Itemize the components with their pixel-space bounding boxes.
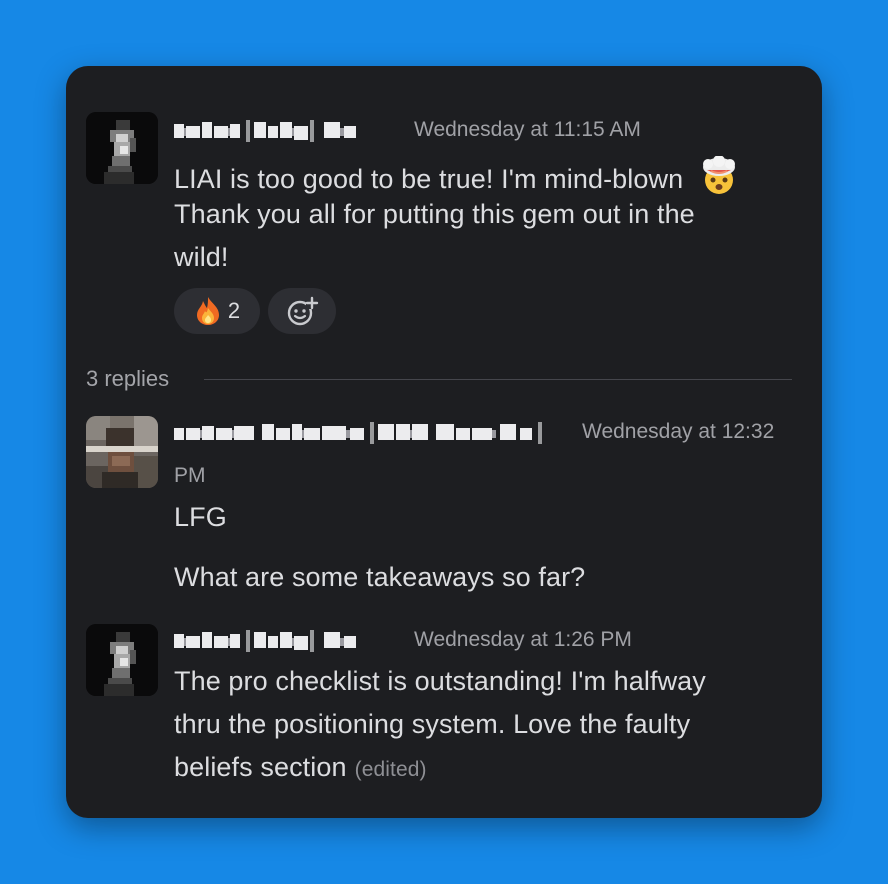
add-reaction-icon — [285, 294, 319, 328]
author-name-pixelated[interactable] — [174, 118, 400, 144]
reaction-count: 2 — [227, 298, 241, 323]
message-timestamp[interactable]: Wednesday at 11:15 AM — [414, 118, 641, 142]
edited-label: (edited) — [354, 758, 427, 781]
reaction-fire-button[interactable]: 2 — [174, 288, 260, 334]
message-text: beliefs section — [174, 752, 347, 782]
message-timestamp[interactable]: Wednesday at 12:32 — [582, 420, 774, 444]
message-text: LFG — [174, 502, 227, 532]
add-reaction-button[interactable] — [268, 288, 336, 334]
message-timestamp-continued[interactable]: PM — [174, 464, 206, 488]
replies-count-link[interactable]: 3 replies — [86, 366, 169, 392]
fire-icon — [194, 296, 222, 326]
message-text: LIAI is too good to be true! I'm mind-bl… — [174, 164, 684, 194]
author-name-pixelated[interactable] — [174, 420, 568, 446]
avatar-parent-author[interactable] — [86, 112, 158, 184]
message-text-line: LIAI is too good to be true! I'm mind-bl… — [174, 155, 741, 203]
replies-divider — [204, 379, 792, 380]
author-name-pixelated[interactable] — [174, 628, 400, 654]
exploding-head-icon — [697, 155, 741, 203]
message-text: wild! — [174, 242, 229, 272]
message-text: The pro checklist is outstanding! I'm ha… — [174, 666, 706, 696]
message-text: Thank you all for putting this gem out i… — [174, 199, 695, 229]
message-text: What are some takeaways so far? — [174, 562, 586, 592]
message-text: thru the positioning system. Love the fa… — [174, 709, 691, 739]
avatar-reply-author[interactable] — [86, 416, 158, 488]
thread-card: Wednesday at 11:15 AM LIAI is too good t… — [66, 66, 822, 818]
message-timestamp[interactable]: Wednesday at 1:26 PM — [414, 628, 632, 652]
message-text-line: beliefs section (edited) — [174, 752, 427, 783]
avatar-reply-author[interactable] — [86, 624, 158, 696]
